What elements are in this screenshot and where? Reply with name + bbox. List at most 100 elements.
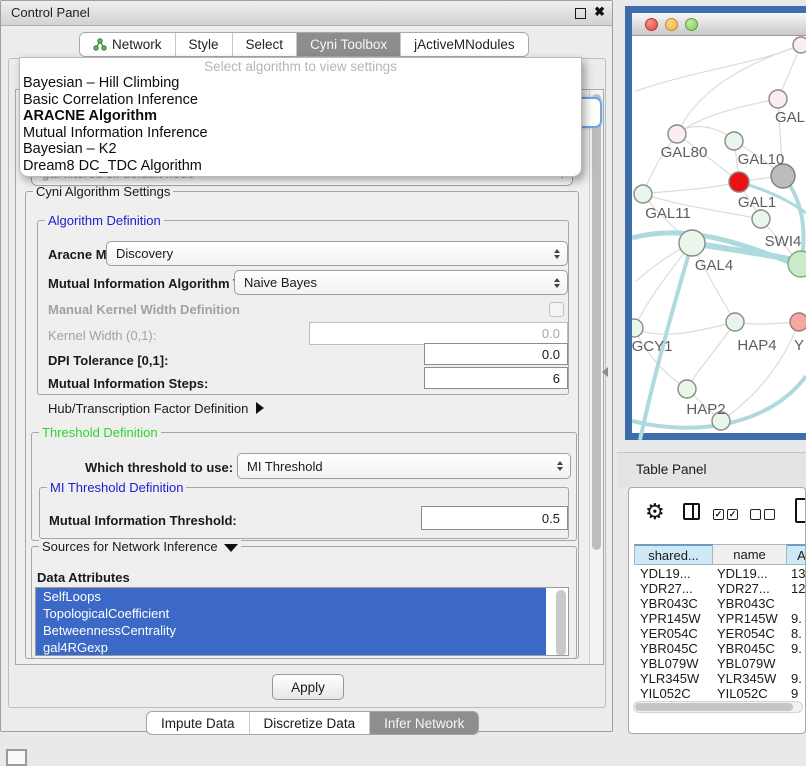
node-red[interactable] bbox=[729, 172, 749, 192]
node-label: GAL1 bbox=[738, 194, 776, 211]
table-row[interactable]: YDR27...YDR27...12 bbox=[634, 581, 806, 596]
node-gal11[interactable] bbox=[634, 185, 652, 203]
collapse-down-icon[interactable] bbox=[224, 544, 238, 552]
node-salmon[interactable] bbox=[790, 313, 806, 331]
mi-steps-input[interactable]: 6 bbox=[424, 367, 568, 389]
manual-kernel-checkbox[interactable] bbox=[549, 302, 564, 317]
float-window-icon[interactable] bbox=[575, 8, 586, 19]
apply-button[interactable]: Apply bbox=[272, 674, 344, 700]
tab-network[interactable]: Network bbox=[80, 33, 175, 56]
table-panel: ⚙ ✓ ✓ shared... name A YDL19...YDL19...1… bbox=[628, 487, 806, 734]
minimized-panel-icon[interactable] bbox=[6, 749, 27, 766]
control-panel-window: Control Panel ✖ Network Style Select Cyn… bbox=[0, 0, 613, 732]
network-view-window: GAL GAL80 GAL10 GAL1 GAL11 SWI4 GAL4 GCY… bbox=[625, 6, 806, 440]
tab-impute-data[interactable]: Impute Data bbox=[147, 712, 249, 734]
gear-icon[interactable]: ⚙ bbox=[645, 499, 665, 525]
table-row[interactable]: YBL079WYBL079W bbox=[634, 656, 806, 671]
combobox-placeholder: Select algorithm to view settings bbox=[20, 58, 581, 75]
tab-select[interactable]: Select bbox=[232, 33, 297, 56]
network-icon bbox=[93, 38, 107, 51]
node-label: Y bbox=[794, 337, 804, 354]
table-horizontal-scrollbar[interactable] bbox=[633, 701, 803, 713]
table-row[interactable]: YER054CYER054C8. bbox=[634, 626, 806, 641]
tab-style[interactable]: Style bbox=[175, 33, 232, 56]
table-row[interactable]: YBR043CYBR043C bbox=[634, 596, 806, 611]
dpi-tolerance-label: DPI Tolerance [0,1]: bbox=[48, 353, 168, 368]
menu-item[interactable]: Dream8 DC_TDC Algorithm bbox=[20, 158, 581, 175]
bottom-tabbar: Impute Data Discretize Data Infer Networ… bbox=[146, 711, 479, 735]
table-row[interactable]: YDL19...YDL19...13 bbox=[634, 566, 806, 581]
group-title: Cyni Algorithm Settings bbox=[33, 184, 173, 199]
mi-threshold-input[interactable]: 0.5 bbox=[421, 506, 568, 530]
node-hap4[interactable] bbox=[726, 313, 744, 331]
which-threshold-combobox[interactable]: MI Threshold bbox=[237, 453, 571, 479]
page-icon[interactable] bbox=[795, 498, 806, 523]
table-panel-header: Table Panel bbox=[617, 452, 806, 488]
menu-item[interactable]: Bayesian – Hill Climbing bbox=[20, 75, 581, 92]
algorithm-dropdown-popup: Select algorithm to view settings Bayesi… bbox=[19, 57, 582, 177]
zoom-traffic-light[interactable] bbox=[685, 18, 698, 31]
list-item[interactable]: TopologicalCoefficient bbox=[36, 605, 546, 622]
node-gal4[interactable] bbox=[679, 230, 705, 256]
which-threshold-label: Which threshold to use: bbox=[85, 460, 233, 475]
panel-collapse-handle[interactable] bbox=[602, 367, 608, 377]
node-swi4[interactable] bbox=[752, 210, 770, 228]
checked-checkbox-icon[interactable]: ✓ bbox=[727, 509, 738, 520]
column-header-clipped[interactable]: A bbox=[787, 544, 806, 565]
tab-discretize-data[interactable]: Discretize Data bbox=[249, 712, 370, 734]
node-gal10[interactable] bbox=[725, 132, 743, 150]
menu-item[interactable]: Bayesian – K2 bbox=[20, 141, 581, 158]
hub-definition-expander[interactable]: Hub/Transcription Factor Definition bbox=[48, 401, 264, 416]
node-label: SWI4 bbox=[765, 233, 802, 250]
window-title: Control Panel bbox=[11, 5, 90, 20]
tab-cyni-toolbox[interactable]: Cyni Toolbox bbox=[296, 33, 400, 56]
list-item[interactable]: SelfLoops bbox=[36, 588, 546, 605]
combo-arrows-icon bbox=[554, 249, 560, 259]
kernel-width-input[interactable]: 0.0 bbox=[309, 322, 568, 345]
aracne-mode-combobox[interactable]: Discovery bbox=[106, 241, 568, 266]
node[interactable] bbox=[793, 37, 806, 53]
column-header-shared[interactable]: shared... bbox=[634, 544, 713, 565]
menu-item[interactable]: Mutual Information Inference bbox=[20, 125, 581, 142]
node-hap2[interactable] bbox=[678, 380, 696, 398]
node-label: HAP4 bbox=[737, 337, 776, 354]
node-bright-green[interactable] bbox=[788, 251, 806, 277]
dpi-tolerance-input[interactable]: 0.0 bbox=[424, 343, 568, 365]
node-gal2[interactable] bbox=[769, 90, 787, 108]
settings-vertical-scrollbar[interactable] bbox=[589, 90, 603, 664]
table-row[interactable]: YIL052CYIL052C9 bbox=[634, 686, 806, 701]
close-traffic-light[interactable] bbox=[645, 18, 658, 31]
table-row[interactable]: YLR345WYLR345W9. bbox=[634, 671, 806, 686]
tab-infer-network[interactable]: Infer Network bbox=[369, 712, 478, 734]
split-columns-icon[interactable] bbox=[683, 503, 700, 520]
column-header-name[interactable]: name bbox=[713, 544, 787, 565]
table-panel-title: Table Panel bbox=[636, 462, 707, 477]
node-gcy1[interactable] bbox=[632, 319, 643, 337]
list-scrollbar[interactable] bbox=[556, 590, 566, 656]
network-canvas[interactable]: GAL GAL80 GAL10 GAL1 GAL11 SWI4 GAL4 GCY… bbox=[632, 36, 806, 440]
unchecked-checkbox-icon[interactable] bbox=[764, 509, 775, 520]
node-gal80[interactable] bbox=[668, 125, 686, 143]
inference-algorithm-combobox-fragment[interactable] bbox=[579, 97, 602, 128]
close-window-icon[interactable]: ✖ bbox=[594, 4, 605, 20]
mi-algorithm-type-combobox[interactable]: Naive Bayes bbox=[234, 270, 568, 295]
expand-right-icon bbox=[256, 402, 264, 414]
list-item[interactable]: gal4RGexp bbox=[36, 639, 546, 656]
node-label: GAL11 bbox=[645, 205, 691, 222]
tab-jactivemnodules[interactable]: jActiveMNodules bbox=[400, 33, 528, 56]
node-label: GAL4 bbox=[695, 257, 733, 274]
node-label: GCY1 bbox=[632, 338, 672, 355]
minimize-traffic-light[interactable] bbox=[665, 18, 678, 31]
table-row[interactable]: YPR145WYPR145W9. bbox=[634, 611, 806, 626]
manual-kernel-label: Manual Kernel Width Definition bbox=[48, 302, 240, 317]
control-panel-tabbar: Network Style Select Cyni Toolbox jActiv… bbox=[79, 32, 529, 57]
menu-item[interactable]: Basic Correlation Inference bbox=[20, 92, 581, 109]
list-item[interactable]: BetweennessCentrality bbox=[36, 622, 546, 639]
data-attributes-list: SelfLoops TopologicalCoefficient Between… bbox=[35, 587, 569, 656]
node-label: HAP2 bbox=[686, 401, 725, 418]
table-row[interactable]: YBR045CYBR045C9. bbox=[634, 641, 806, 656]
node-label: GAL80 bbox=[661, 144, 708, 161]
unchecked-checkbox-icon[interactable] bbox=[750, 509, 761, 520]
menu-item-selected[interactable]: ARACNE Algorithm bbox=[20, 108, 581, 125]
checked-checkbox-icon[interactable]: ✓ bbox=[713, 509, 724, 520]
